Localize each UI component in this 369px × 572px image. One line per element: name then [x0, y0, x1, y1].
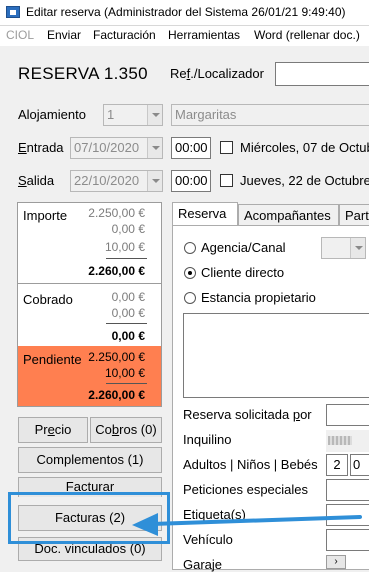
- pendiente-value: 10,00 €: [104, 366, 145, 380]
- chevron-right-icon: ›: [334, 556, 338, 567]
- adultos-ninos-bebes-label: Adultos | Niños | Bebés: [183, 457, 318, 472]
- separator: [106, 323, 147, 324]
- importe-label: Importe: [23, 208, 68, 223]
- cobrado-label: Cobrado: [23, 292, 73, 307]
- estancia-propietario-label: Estancia propietario: [201, 290, 316, 305]
- title-bar: Editar reserva (Administrador del Sistem…: [0, 0, 369, 26]
- inquilino-label: Inquilino: [183, 432, 232, 447]
- entrada-date-picker[interactable]: 07/10/2020: [70, 137, 163, 159]
- separator: [106, 258, 147, 259]
- inquilino-field[interactable]: [326, 430, 369, 452]
- salida-day-text: Jueves, 22 de Octubre: [240, 173, 369, 188]
- precio-button[interactable]: Precio: [18, 417, 88, 443]
- reserva-solicitada-label: Reserva solicitada por: [183, 407, 312, 422]
- importe-value: 2.250,00 €: [88, 206, 145, 220]
- menu-facturacion[interactable]: Facturación: [93, 28, 156, 42]
- menu-ciol: CIOL: [6, 28, 35, 42]
- pendiente-label: Pendiente: [23, 352, 82, 367]
- entrada-label: Entrada: [18, 140, 64, 155]
- importe-total: 2.260,00 €: [88, 264, 145, 278]
- pendiente-total: 2.260,00 €: [88, 388, 145, 402]
- pendiente-value: 2.250,00 €: [88, 350, 145, 364]
- pendiente-section: Pendiente 2.250,00 € 10,00 € 2.260,00 €: [18, 346, 161, 406]
- chevron-down-icon: [147, 105, 162, 125]
- window-title: Editar reserva (Administrador del Sistem…: [26, 5, 346, 19]
- alojamiento-number-select: 1: [103, 104, 163, 126]
- cobrado-total: 0,00 €: [111, 329, 145, 343]
- alojamiento-label: Alojamiento: [18, 107, 86, 122]
- menu-enviar[interactable]: Enviar: [47, 28, 81, 42]
- entrada-time-input[interactable]: 00:00: [171, 137, 211, 159]
- tab-reserva[interactable]: Reserva: [172, 202, 238, 226]
- tab-acompanantes[interactable]: Acompañantes: [238, 204, 339, 226]
- pointer-arrow-icon: [132, 513, 362, 536]
- radio-cliente-directo[interactable]: [184, 267, 196, 279]
- complementos-button[interactable]: Complementos (1): [18, 447, 162, 473]
- divider: [18, 283, 161, 284]
- agencia-canal-label: Agencia/Canal: [201, 240, 286, 255]
- entrada-checkbox[interactable]: [220, 141, 233, 154]
- alojamiento-number-value: 1: [107, 107, 115, 122]
- client-details-box[interactable]: [183, 313, 369, 398]
- chevron-down-icon: [147, 171, 162, 191]
- menu-herramientas[interactable]: Herramientas: [168, 28, 240, 42]
- salida-date-value: 22/10/2020: [74, 173, 140, 188]
- reserva-solicitada-input[interactable]: [326, 404, 369, 426]
- importe-value: 0,00 €: [111, 222, 145, 236]
- radio-estancia-propietario[interactable]: [184, 292, 196, 304]
- money-summary-panel: Importe 2.250,00 € 0,00 € 10,00 € 2.260,…: [17, 202, 162, 407]
- chevron-down-icon: [147, 138, 162, 158]
- adultos-input[interactable]: 2: [326, 454, 348, 476]
- agencia-select: [321, 237, 366, 259]
- peticiones-especiales-input[interactable]: [326, 479, 369, 501]
- cobrado-value: 0,00 €: [111, 306, 145, 320]
- entrada-date-value: 07/10/2020: [74, 140, 140, 155]
- salida-checkbox[interactable]: [220, 174, 233, 187]
- importe-value: 10,00 €: [104, 240, 145, 254]
- salida-date-picker[interactable]: 22/10/2020: [70, 170, 163, 192]
- ref-localizador-input[interactable]: [275, 62, 369, 86]
- salida-label: Salida: [18, 173, 55, 188]
- reserva-title: RESERVA 1.350: [18, 64, 148, 83]
- tab-part[interactable]: Part: [339, 204, 369, 226]
- separator: [106, 383, 147, 384]
- menu-bar: CIOL Enviar Facturación Herramientas Wor…: [0, 26, 369, 46]
- entrada-day-text: Miércoles, 07 de Octubre: [240, 140, 369, 155]
- chevron-down-icon: [350, 238, 365, 258]
- cliente-directo-label: Cliente directo: [201, 265, 285, 280]
- menu-word[interactable]: Word (rellenar doc.): [254, 28, 360, 42]
- redacted-icon: [328, 436, 352, 445]
- alojamiento-name-field: Margaritas: [171, 104, 369, 126]
- salida-time-input[interactable]: 00:00: [171, 170, 211, 192]
- cobros-button[interactable]: Cobros (0): [90, 417, 162, 443]
- radio-agencia-canal[interactable]: [184, 242, 196, 254]
- garaje-label: Garaje: [183, 557, 223, 572]
- cobrado-value: 0,00 €: [111, 290, 145, 304]
- ninos-input[interactable]: 0: [350, 454, 369, 476]
- peticiones-especiales-label: Peticiones especiales: [183, 482, 309, 497]
- ref-localizador-label: Ref./Localizador: [170, 66, 264, 81]
- app-icon: [6, 6, 20, 18]
